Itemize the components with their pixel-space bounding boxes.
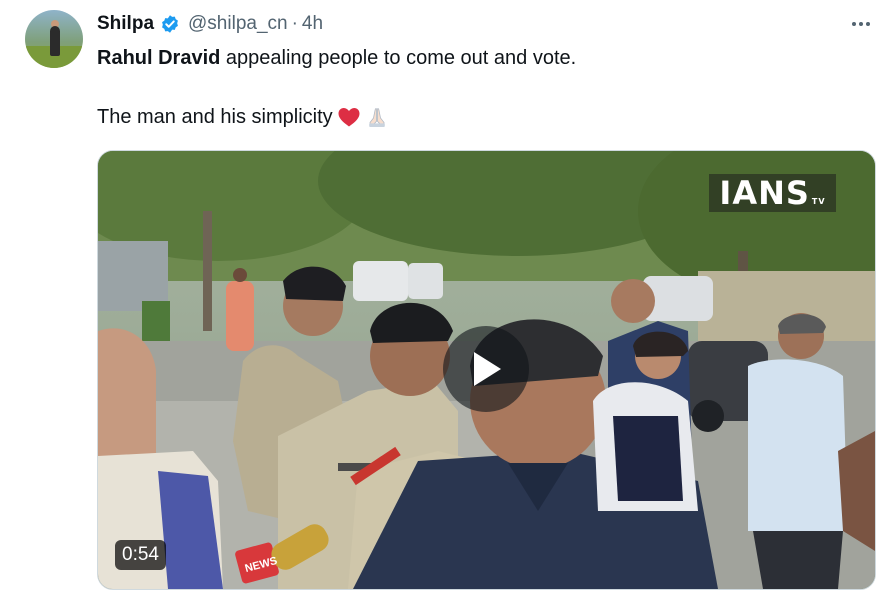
- video-player[interactable]: NEWS IANS TV 0:54: [97, 150, 876, 590]
- author-name[interactable]: Shilpa: [97, 13, 154, 35]
- verified-badge-icon: [162, 15, 178, 33]
- more-dot: [866, 22, 870, 26]
- red-heart-icon: [338, 108, 360, 127]
- separator-dot: ·: [291, 13, 298, 34]
- author-avatar[interactable]: [25, 10, 83, 68]
- avatar-person: [50, 26, 60, 56]
- tweet-time[interactable]: 4h: [302, 13, 323, 35]
- play-button[interactable]: [443, 326, 529, 412]
- more-options-icon[interactable]: [849, 14, 873, 34]
- tweet-text-rest: appealing people to come out and vote.: [220, 47, 577, 69]
- folded-hands-icon: [368, 108, 385, 127]
- tweet-header: Shilpa @shilpa_cn · 4h: [97, 11, 323, 37]
- tweet-text-line2: The man and his simplicity: [97, 104, 389, 130]
- watermark-text: IANS: [719, 174, 810, 212]
- more-dot: [859, 22, 863, 26]
- tweet-text-line2-text: The man and his simplicity: [97, 106, 333, 128]
- play-icon: [474, 352, 501, 386]
- more-dot: [852, 22, 856, 26]
- tweet-text-line1: Rahul Dravid appealing people to come ou…: [97, 45, 576, 71]
- tweet-text-bold: Rahul Dravid: [97, 47, 221, 69]
- ians-watermark: IANS TV: [709, 174, 836, 212]
- author-handle[interactable]: @shilpa_cn: [188, 13, 288, 35]
- video-duration: 0:54: [115, 540, 166, 570]
- watermark-sub: TV: [811, 197, 826, 206]
